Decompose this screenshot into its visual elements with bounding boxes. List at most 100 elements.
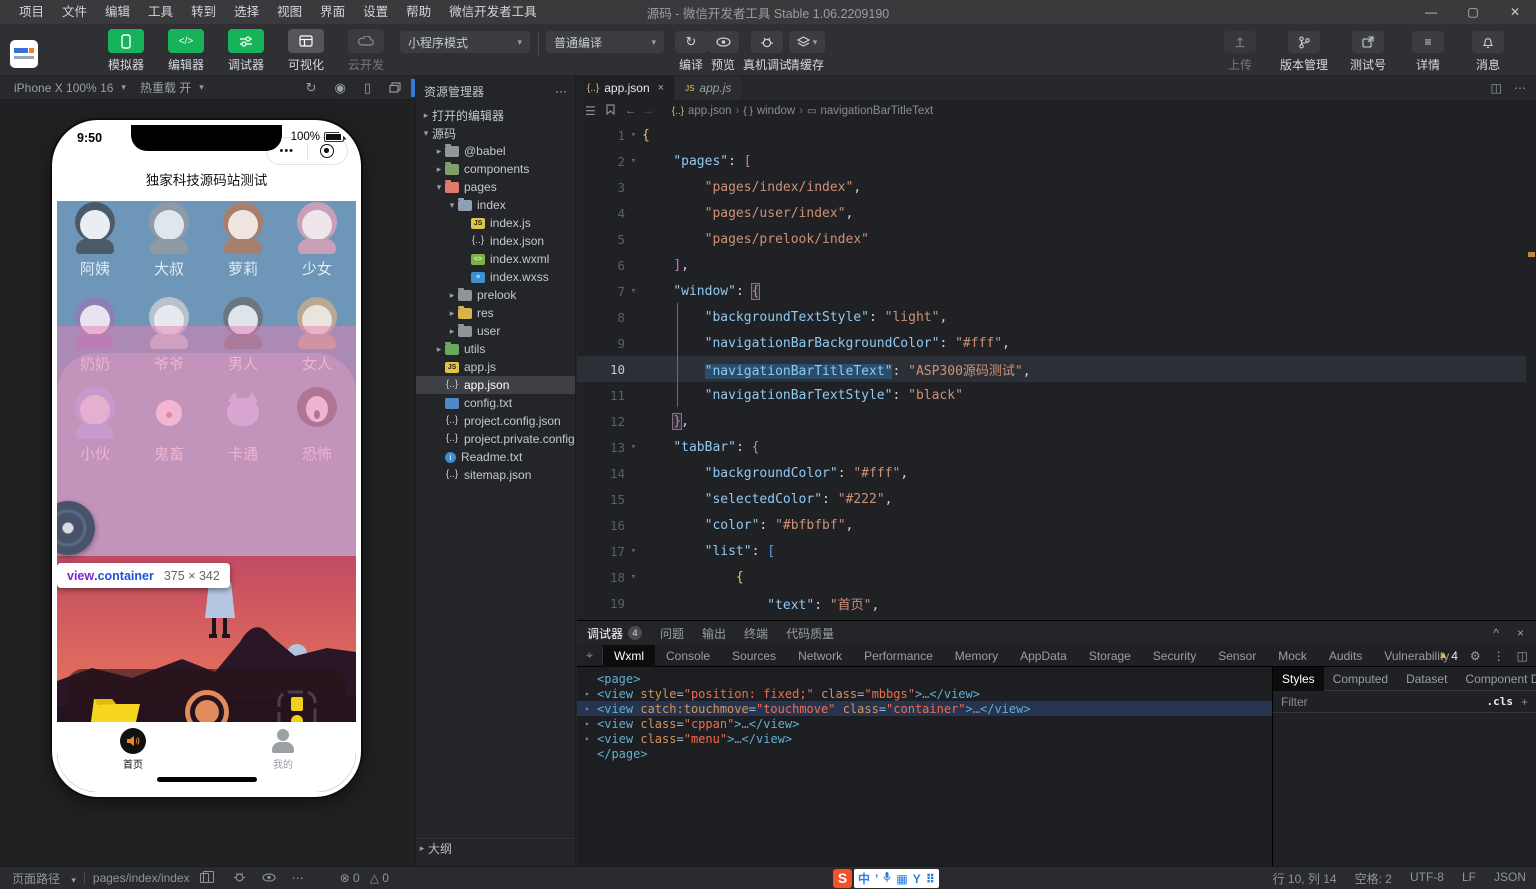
editor-scrollbar[interactable] bbox=[1526, 122, 1536, 620]
bookmark-icon[interactable] bbox=[606, 104, 615, 118]
code-line[interactable]: 10 "navigationBarTitleText": "ASP300源码测试… bbox=[577, 356, 1526, 382]
breadcrumb-object[interactable]: window bbox=[757, 105, 795, 117]
inspect-element-icon[interactable]: ⌖ bbox=[577, 648, 603, 663]
multi-window-icon[interactable] bbox=[389, 82, 401, 93]
forward-icon[interactable]: → bbox=[642, 105, 660, 117]
menu-item[interactable]: 设置 bbox=[354, 0, 397, 24]
file-tree-item[interactable]: ▸components bbox=[416, 160, 575, 178]
tab-home[interactable]: 首页 bbox=[93, 728, 173, 771]
devtools-tab[interactable]: Network bbox=[787, 645, 853, 667]
visualization-button[interactable]: 可视化 bbox=[282, 24, 330, 73]
devtools-tab[interactable]: Sensor bbox=[1207, 645, 1267, 667]
file-tree-item[interactable]: JSapp.js bbox=[416, 358, 575, 376]
tab-app-json[interactable]: {..} app.json × bbox=[577, 76, 674, 100]
clear-cache-button[interactable]: ▾ bbox=[789, 31, 825, 53]
debug-icon[interactable] bbox=[233, 871, 246, 886]
styles-tab[interactable]: Component Data bbox=[1456, 667, 1536, 691]
debugger-tab[interactable]: 终端 bbox=[744, 625, 768, 642]
menu-item[interactable]: 帮助 bbox=[397, 0, 440, 24]
code-line[interactable]: 19 "text": "首页", bbox=[577, 590, 1526, 616]
compile-mode-select[interactable]: 普通编译▾ bbox=[546, 31, 664, 53]
code-line[interactable]: 17▿ "list": [ bbox=[577, 538, 1526, 564]
file-tree-item[interactable]: ≡index.wxss bbox=[416, 268, 575, 286]
menu-item[interactable]: 界面 bbox=[311, 0, 354, 24]
dock-side-icon[interactable]: ◫ bbox=[1517, 649, 1528, 663]
details-button[interactable]: ≡ 详情 bbox=[1404, 24, 1452, 73]
file-tree-item[interactable]: {..}project.private.config.js... bbox=[416, 430, 575, 448]
close-panel-icon[interactable]: × bbox=[1517, 626, 1524, 640]
debugger-button[interactable]: 调试器 bbox=[222, 24, 270, 73]
code-line[interactable]: 13▿ "tabBar": { bbox=[577, 434, 1526, 460]
devtools-tab[interactable]: Performance bbox=[853, 645, 944, 667]
warning-count[interactable]: ▲4 bbox=[1438, 649, 1458, 663]
simulator-button[interactable]: 模拟器 bbox=[102, 24, 150, 73]
preview-button[interactable] bbox=[707, 31, 739, 53]
wxml-node[interactable]: ▸<view catch:touchmove="touchmove" class… bbox=[577, 701, 1272, 716]
toggle-class-button[interactable]: .cls bbox=[1486, 695, 1513, 708]
copy-icon[interactable] bbox=[200, 873, 209, 883]
wxml-node[interactable]: ▸<view class="cppan">…</view> bbox=[577, 716, 1272, 731]
styles-tab[interactable]: Styles bbox=[1273, 667, 1324, 691]
devtools-tab[interactable]: Storage bbox=[1078, 645, 1142, 667]
wxml-node[interactable]: </page> bbox=[577, 746, 1272, 761]
close-icon[interactable]: × bbox=[658, 82, 664, 94]
styles-tab[interactable]: Computed bbox=[1324, 667, 1397, 691]
code-line[interactable]: 3 "pages/index/index", bbox=[577, 174, 1526, 200]
avatar-cell[interactable]: 阿姨 bbox=[58, 201, 132, 279]
more-actions-icon[interactable]: ⋯ bbox=[1514, 81, 1526, 95]
code-line[interactable]: 2▿ "pages": [ bbox=[577, 148, 1526, 174]
menu-item[interactable]: 转到 bbox=[182, 0, 225, 24]
code-line[interactable]: 11 "navigationBarTextStyle": "black" bbox=[577, 382, 1526, 408]
code-line[interactable]: 4 "pages/user/index", bbox=[577, 200, 1526, 226]
code-line[interactable]: 7▿ "window": { bbox=[577, 278, 1526, 304]
file-tree-item[interactable]: ▾index bbox=[416, 196, 575, 214]
code-line[interactable]: 12 }, bbox=[577, 408, 1526, 434]
device-select[interactable]: iPhone X 100% 16▾ bbox=[14, 81, 126, 95]
new-style-rule-button[interactable]: + bbox=[1521, 695, 1528, 709]
version-control-button[interactable]: 版本管理 bbox=[1276, 24, 1332, 73]
maximize-button[interactable]: ▢ bbox=[1452, 0, 1494, 24]
devtools-tab[interactable]: Memory bbox=[944, 645, 1009, 667]
test-account-button[interactable]: 测试号 bbox=[1344, 24, 1392, 73]
avatar-cell[interactable]: 少女 bbox=[280, 201, 354, 279]
file-tree-item[interactable]: ▸打开的编辑器 bbox=[416, 106, 575, 124]
close-button[interactable]: ✕ bbox=[1494, 0, 1536, 24]
rotate-icon[interactable]: ↻ bbox=[306, 80, 317, 96]
menu-item[interactable]: 编辑 bbox=[96, 0, 139, 24]
debugger-tab[interactable]: 代码质量 bbox=[786, 625, 834, 642]
file-tree-item[interactable]: JSindex.js bbox=[416, 214, 575, 232]
more-dots-icon[interactable]: ⋯ bbox=[292, 871, 304, 885]
page-path-dropdown[interactable]: 页面路径 ▾ bbox=[12, 870, 76, 887]
avatar-cell[interactable]: 萝莉 bbox=[206, 201, 280, 279]
wxml-node[interactable]: <page> bbox=[577, 671, 1272, 686]
devtools-tab[interactable]: Audits bbox=[1318, 645, 1373, 667]
style-filter-input[interactable]: Filter bbox=[1273, 695, 1486, 709]
split-editor-icon[interactable]: ◫ bbox=[1491, 81, 1502, 95]
wxml-node[interactable]: ▸<view style="position: fixed;" class="m… bbox=[577, 686, 1272, 701]
file-tree-item[interactable]: <>index.wxml bbox=[416, 250, 575, 268]
cloud-dev-button[interactable]: 云开发 bbox=[342, 24, 390, 73]
file-tree-item[interactable]: ▾源码 bbox=[416, 124, 575, 142]
code-line[interactable]: 16 "color": "#bfbfbf", bbox=[577, 512, 1526, 538]
file-tree-item[interactable]: {..}project.config.json bbox=[416, 412, 575, 430]
tab-app-js[interactable]: JS app.js bbox=[675, 76, 741, 100]
menu-item[interactable]: 视图 bbox=[268, 0, 311, 24]
kebab-menu-icon[interactable]: ⋮ bbox=[1493, 649, 1505, 663]
devtools-tab[interactable]: Sources bbox=[721, 645, 787, 667]
code-line[interactable]: 9 "navigationBarBackgroundColor": "#fff"… bbox=[577, 330, 1526, 356]
explorer-more-icon[interactable]: ··· bbox=[555, 84, 567, 98]
messages-button[interactable]: 消息 bbox=[1464, 24, 1512, 73]
file-tree-item[interactable]: ▸res bbox=[416, 304, 575, 322]
ime-toolbar[interactable]: S 中 ’ ▦ Y ⠿ bbox=[833, 869, 939, 888]
styles-tab[interactable]: Dataset bbox=[1397, 667, 1456, 691]
debugger-tab[interactable]: 调试器4 bbox=[587, 625, 642, 642]
file-tree-item[interactable]: ▸prelook bbox=[416, 286, 575, 304]
breadcrumb-field[interactable]: navigationBarTitleText bbox=[820, 105, 933, 117]
file-tree-item[interactable]: ▸@babel bbox=[416, 142, 575, 160]
upload-button[interactable]: 上传 bbox=[1216, 24, 1264, 73]
devtools-tab[interactable]: AppData bbox=[1009, 645, 1078, 667]
menu-item[interactable]: 项目 bbox=[10, 0, 53, 24]
code-line[interactable]: 6 ], bbox=[577, 252, 1526, 278]
file-tree-item[interactable]: ▸utils bbox=[416, 340, 575, 358]
code-line[interactable]: 15 "selectedColor": "#222", bbox=[577, 486, 1526, 512]
